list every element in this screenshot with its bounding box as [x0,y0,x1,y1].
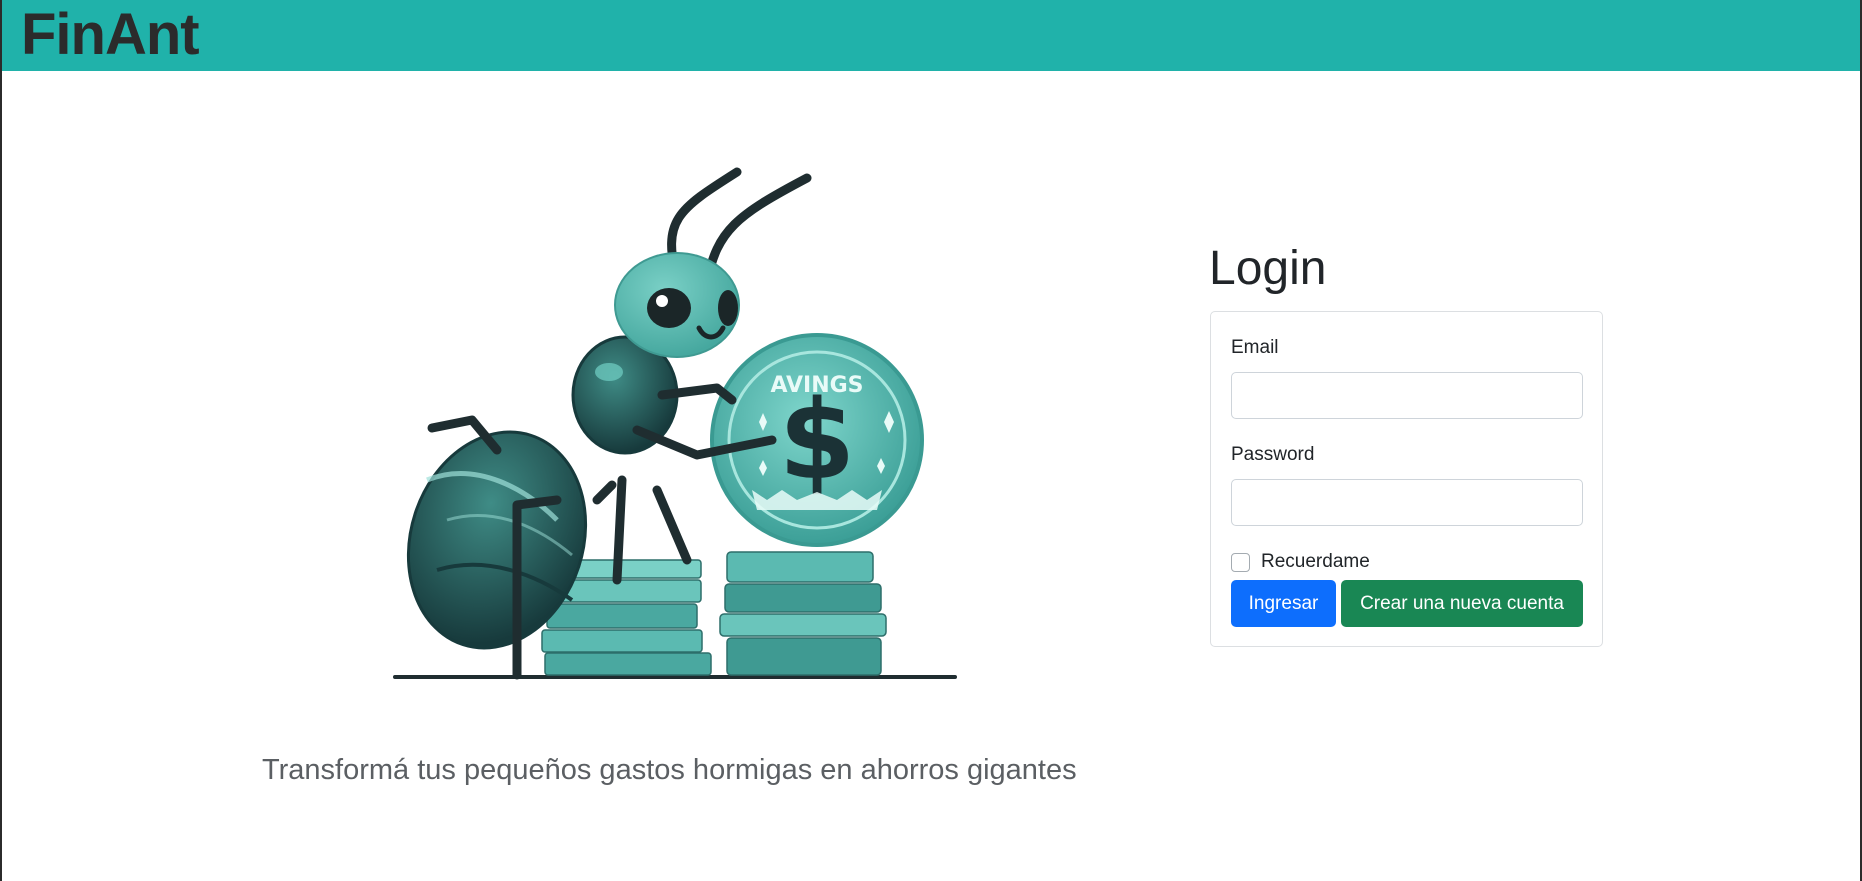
login-form: Email Password Recuerdame Ingresar Crear… [1210,311,1603,647]
brand-logo[interactable]: FinAnt [21,2,200,68]
remember-me-label[interactable]: Recuerdame [1261,550,1370,574]
ant-with-coins-illustration: AVINGS $ [387,160,967,690]
dollar-coin-icon: AVINGS $ [710,333,924,547]
top-navbar: FinAnt [2,0,1860,71]
remember-me-row: Recuerdame [1231,550,1370,574]
login-button[interactable]: Ingresar [1231,580,1336,627]
password-label: Password [1231,444,1315,465]
remember-me-checkbox[interactable] [1231,552,1250,572]
login-title: Login [1209,242,1327,295]
password-field[interactable] [1231,479,1583,526]
app-window: FinAnt AVINGS $ Transformá tus pequeños … [2,0,1860,881]
dollar-sign: $ [779,376,856,504]
hero-tagline: Transformá tus pequeños gastos hormigas … [262,754,1077,786]
email-label: Email [1231,337,1279,358]
right-coin-stack [719,551,887,676]
create-account-button[interactable]: Crear una nueva cuenta [1341,580,1583,627]
email-field[interactable] [1231,372,1583,419]
